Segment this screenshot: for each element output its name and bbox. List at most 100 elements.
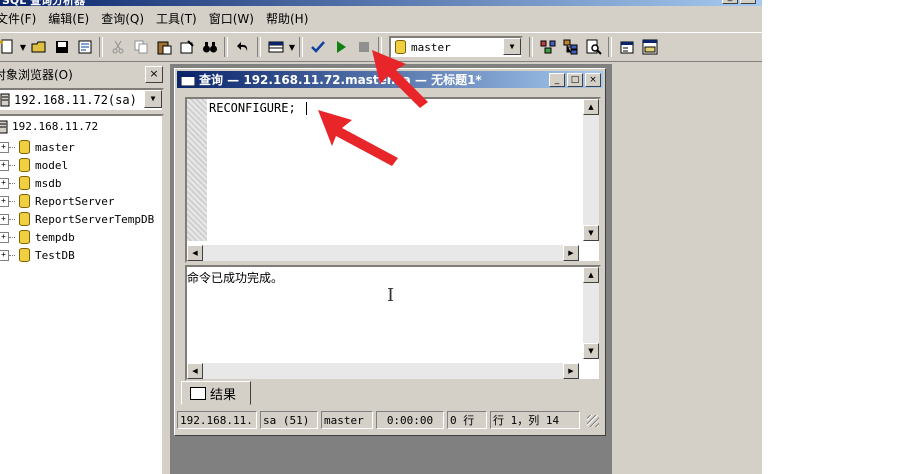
object-search-button[interactable] — [583, 36, 605, 58]
results-mode-dropdown[interactable]: ▼ — [288, 36, 296, 58]
scroll-left-button[interactable]: ◀ — [187, 245, 203, 261]
menu-file[interactable]: 文件(F) — [0, 10, 36, 27]
copy-button[interactable] — [130, 36, 152, 58]
query-maximize-button[interactable]: □ — [567, 73, 583, 87]
menu-window[interactable]: 窗口(W) — [209, 10, 254, 27]
server-icon — [0, 93, 10, 107]
tree-database-item[interactable]: + ReportServerTempDB — [0, 210, 154, 228]
new-dropdown-arrow[interactable]: ▼ — [19, 36, 27, 58]
app-maximize-button[interactable]: □ — [740, 0, 756, 4]
find-button[interactable] — [199, 36, 221, 58]
expand-plus-icon[interactable]: + — [0, 141, 9, 153]
database-select-value: master — [411, 40, 451, 54]
cancel-query-button[interactable] — [353, 36, 375, 58]
chevron-down-icon[interactable]: ▼ — [503, 37, 521, 55]
tree-connector-line — [9, 182, 15, 184]
chevron-down-icon[interactable]: ▼ — [144, 90, 162, 108]
status-database: master — [321, 411, 373, 429]
editor-vertical-scrollbar[interactable]: ▲ ▼ — [583, 99, 599, 241]
undo-button[interactable] — [232, 36, 254, 58]
results-mode-button[interactable] — [265, 36, 287, 58]
menu-edit[interactable]: 编辑(E) — [48, 10, 89, 27]
tree-database-item[interactable]: + ReportServer — [0, 192, 154, 210]
query-window-controls: _ □ × — [549, 73, 601, 87]
expand-plus-icon[interactable]: + — [0, 195, 9, 207]
parse-query-button[interactable] — [307, 36, 329, 58]
expand-plus-icon[interactable]: + — [0, 231, 9, 243]
object-browser-panel: 对象浏览器(O) × 192.168.11.72(sa) ▼ 192.168.1… — [0, 64, 166, 474]
save-button[interactable] — [51, 36, 73, 58]
show-execution-plan-button[interactable] — [537, 36, 559, 58]
properties-icon — [620, 41, 634, 54]
app-minimize-button[interactable]: _ — [722, 0, 738, 4]
toolbar-separator — [99, 37, 103, 57]
tree-database-item[interactable]: + model — [0, 156, 154, 174]
tree-server-node[interactable]: 192.168.11.72 — [0, 120, 98, 134]
query-text: RECONFIGURE; — [209, 101, 296, 115]
menu-help[interactable]: 帮助(H) — [266, 10, 308, 27]
resize-grip-icon[interactable] — [587, 415, 599, 427]
scroll-down-button[interactable]: ▼ — [583, 343, 599, 359]
database-select[interactable]: master ▼ — [389, 35, 523, 59]
results-grid-icon — [190, 386, 206, 400]
execute-query-button[interactable] — [330, 36, 352, 58]
tree-database-item[interactable]: + tempdb — [0, 228, 154, 246]
results-vertical-scrollbar[interactable]: ▲ ▼ — [583, 267, 599, 359]
menu-tools[interactable]: 工具(T) — [156, 10, 197, 27]
expand-plus-icon[interactable]: + — [0, 177, 9, 189]
scroll-up-button[interactable]: ▲ — [583, 99, 599, 115]
query-status-bar: 192.168.11. sa (51) master 0:00:00 0 行 行… — [177, 411, 601, 431]
new-query-button[interactable] — [0, 36, 18, 58]
clear-window-button[interactable] — [176, 36, 198, 58]
open-folder-icon — [31, 41, 46, 53]
scroll-left-button[interactable]: ◀ — [187, 363, 203, 379]
query-analyzer-app: SQL 查询分析器 _ □ 文件(F) 编辑(E) 查询(Q) 工具(T) 窗口… — [0, 0, 762, 474]
tree-connector-line — [9, 236, 15, 238]
menu-query[interactable]: 查询(Q) — [101, 10, 144, 27]
toolbar-separator — [608, 37, 612, 57]
tab-results-label: 结果 — [210, 387, 237, 403]
paste-button[interactable] — [153, 36, 175, 58]
app-window-controls: _ □ — [722, 0, 756, 4]
current-connection-properties-button[interactable] — [616, 36, 638, 58]
status-user: sa (51) — [260, 411, 318, 429]
object-browser-close-button[interactable]: × — [145, 66, 163, 83]
undo-icon — [237, 42, 248, 51]
expand-plus-icon[interactable]: + — [0, 249, 9, 261]
text-caret — [305, 102, 307, 115]
server-select[interactable]: 192.168.11.72(sa) ▼ — [0, 88, 164, 112]
show-results-pane-button[interactable] — [639, 36, 661, 58]
query-editor[interactable]: RECONFIGURE; ▲ ▼ ◀ ▶ — [185, 97, 601, 263]
query-code[interactable]: RECONFIGURE; — [209, 101, 307, 115]
expand-plus-icon[interactable]: + — [0, 213, 9, 225]
status-cursor-position: 行 1，列 14 — [490, 411, 580, 429]
object-browser-toggle-button[interactable] — [560, 36, 582, 58]
status-row-count: 0 行 — [447, 411, 487, 429]
scissors-icon — [112, 40, 124, 54]
tree-database-item[interactable]: + master — [0, 138, 154, 156]
status-server: 192.168.11. — [177, 411, 257, 429]
ibeam-cursor-icon: I — [387, 285, 395, 306]
insert-template-button[interactable] — [74, 36, 96, 58]
database-icon — [19, 212, 30, 226]
copy-icon — [134, 40, 148, 54]
scroll-right-button[interactable]: ▶ — [563, 363, 579, 379]
tree-database-item[interactable]: + msdb — [0, 174, 154, 192]
database-list: + master + model + msdb + ReportServer + ReportSe… — [0, 138, 154, 264]
editor-horizontal-scrollbar[interactable]: ◀ ▶ — [187, 245, 579, 261]
open-button[interactable] — [28, 36, 50, 58]
menu-bar: 文件(F) 编辑(E) 查询(Q) 工具(T) 窗口(W) 帮助(H) — [0, 8, 762, 28]
database-icon — [19, 176, 30, 190]
results-horizontal-scrollbar[interactable]: ◀ ▶ — [187, 363, 579, 379]
scroll-down-button[interactable]: ▼ — [583, 225, 599, 241]
query-close-button[interactable]: × — [585, 73, 601, 87]
scroll-up-button[interactable]: ▲ — [583, 267, 599, 283]
cut-button[interactable] — [107, 36, 129, 58]
server-icon — [0, 120, 8, 134]
expand-plus-icon[interactable]: + — [0, 159, 9, 171]
tree-database-item[interactable]: + TestDB — [0, 246, 154, 264]
results-pane[interactable]: 命令已成功完成。 I ▲ ▼ ◀ ▶ — [185, 265, 601, 381]
query-minimize-button[interactable]: _ — [549, 73, 565, 87]
tab-results[interactable]: 结果 — [181, 381, 251, 405]
scroll-right-button[interactable]: ▶ — [563, 245, 579, 261]
